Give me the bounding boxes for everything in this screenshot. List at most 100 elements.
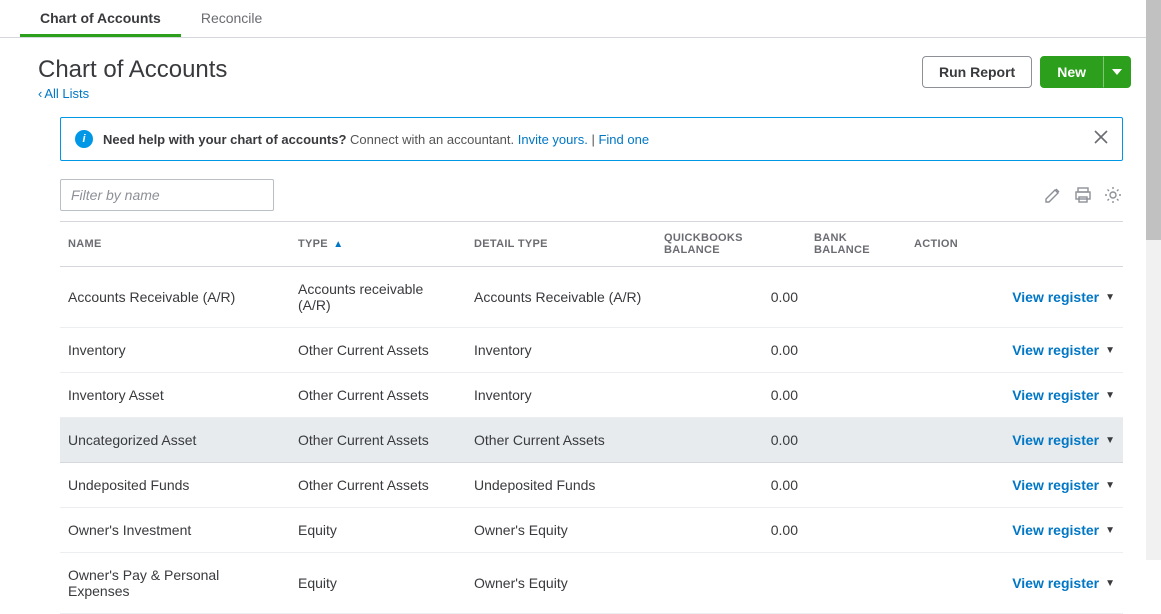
tab-reconcile[interactable]: Reconcile xyxy=(181,0,282,37)
cell-name: Uncategorized Asset xyxy=(60,418,290,463)
column-header-type[interactable]: TYPE ▲ xyxy=(290,222,466,267)
header-actions: Run Report New xyxy=(922,56,1131,88)
toolbar-icons xyxy=(1043,185,1123,205)
cell-action: View register ▼ xyxy=(906,508,1123,553)
cell-action: View register ▼ xyxy=(906,463,1123,508)
cell-detail-type: Undeposited Funds xyxy=(466,463,656,508)
info-plain: Connect with an accountant. xyxy=(350,132,514,147)
view-register-link[interactable]: View register ▼ xyxy=(1012,477,1115,493)
breadcrumb-all-lists[interactable]: ‹ All Lists xyxy=(38,86,89,101)
cell-quickbooks-balance: 0.00 xyxy=(656,267,806,328)
new-button-caret[interactable] xyxy=(1103,56,1131,88)
column-header-detail-type[interactable]: DETAIL TYPE xyxy=(466,222,656,267)
action-link-label: View register xyxy=(1012,522,1099,538)
sort-ascending-icon: ▲ xyxy=(333,239,343,250)
cell-bank-balance xyxy=(806,418,906,463)
caret-down-icon[interactable]: ▼ xyxy=(1105,480,1115,491)
column-header-bank-balance[interactable]: BANK BALANCE xyxy=(806,222,906,267)
cell-action: View register▼ xyxy=(906,373,1123,418)
edit-icon[interactable] xyxy=(1043,185,1063,205)
cell-detail-type: Accounts Receivable (A/R) xyxy=(466,267,656,328)
cell-type: Equity xyxy=(290,553,466,614)
cell-name: Undeposited Funds xyxy=(60,463,290,508)
column-header-action: ACTION xyxy=(906,222,1123,267)
invite-accountant-link[interactable]: Invite yours. xyxy=(518,132,588,147)
run-report-button[interactable]: Run Report xyxy=(922,56,1032,88)
table-row[interactable]: Undeposited FundsOther Current AssetsUnd… xyxy=(60,463,1123,508)
page-title: Chart of Accounts xyxy=(38,56,227,84)
action-link-label: View register xyxy=(1012,342,1099,358)
table-row[interactable]: Owner's InvestmentEquityOwner's Equity0.… xyxy=(60,508,1123,553)
table-row[interactable]: InventoryOther Current AssetsInventory0.… xyxy=(60,328,1123,373)
cell-quickbooks-balance: 0.00 xyxy=(656,328,806,373)
table-header-row: NAME TYPE ▲ DETAIL TYPE QUICKBOOKS BALAN… xyxy=(60,222,1123,267)
chevron-left-icon: ‹ xyxy=(38,86,42,101)
info-banner: i Need help with your chart of accounts?… xyxy=(60,117,1123,161)
cell-action: View register ▼ xyxy=(906,267,1123,328)
table-toolbar xyxy=(60,179,1123,211)
view-register-link[interactable]: View register ▼ xyxy=(1012,289,1115,305)
view-register-link[interactable]: View register ▼ xyxy=(1012,575,1115,591)
view-register-link[interactable]: View register ▼ xyxy=(1012,522,1115,538)
filter-by-name-input[interactable] xyxy=(60,179,274,211)
cell-detail-type: Owner's Equity xyxy=(466,508,656,553)
caret-down-icon[interactable]: ▼ xyxy=(1105,292,1115,303)
cell-action: View register ▼ xyxy=(906,328,1123,373)
cell-quickbooks-balance: 0.00 xyxy=(656,508,806,553)
cell-bank-balance xyxy=(806,508,906,553)
cell-bank-balance xyxy=(806,553,906,614)
info-text: Need help with your chart of accounts? C… xyxy=(103,132,649,147)
vertical-scrollbar[interactable] xyxy=(1146,0,1161,560)
action-link-label: View register xyxy=(1012,432,1099,448)
cell-type: Other Current Assets xyxy=(290,373,466,418)
print-icon[interactable] xyxy=(1073,185,1093,205)
column-header-quickbooks-balance[interactable]: QUICKBOOKS BALANCE xyxy=(656,222,806,267)
action-link-label: View register xyxy=(1012,575,1099,591)
cell-name: Owner's Pay & Personal Expenses xyxy=(60,553,290,614)
cell-type: Accounts receivable (A/R) xyxy=(290,267,466,328)
caret-down-icon[interactable]: ▼ xyxy=(1105,578,1115,589)
info-separator: | xyxy=(591,132,594,147)
caret-down-icon[interactable]: ▼ xyxy=(1105,525,1115,536)
new-button[interactable]: New xyxy=(1040,56,1103,88)
caret-down-icon[interactable]: ▼ xyxy=(1105,435,1115,446)
action-link-label: View register xyxy=(1012,477,1099,493)
tab-chart-of-accounts[interactable]: Chart of Accounts xyxy=(20,0,181,37)
cell-name: Inventory Asset xyxy=(60,373,290,418)
cell-type: Other Current Assets xyxy=(290,328,466,373)
column-header-name[interactable]: NAME xyxy=(60,222,290,267)
breadcrumb-label: All Lists xyxy=(44,86,89,101)
cell-detail-type: Owner's Equity xyxy=(466,553,656,614)
action-link-label: View register xyxy=(1012,289,1099,305)
cell-quickbooks-balance: 0.00 xyxy=(656,418,806,463)
cell-bank-balance xyxy=(806,373,906,418)
view-register-link[interactable]: View register▼ xyxy=(1012,387,1115,403)
cell-name: Accounts Receivable (A/R) xyxy=(60,267,290,328)
find-accountant-link[interactable]: Find one xyxy=(598,132,649,147)
cell-quickbooks-balance xyxy=(656,553,806,614)
table-row[interactable]: Inventory AssetOther Current AssetsInven… xyxy=(60,373,1123,418)
page-header: Chart of Accounts ‹ All Lists Run Report… xyxy=(0,38,1161,107)
cell-bank-balance xyxy=(806,267,906,328)
table-row[interactable]: Uncategorized AssetOther Current AssetsO… xyxy=(60,418,1123,463)
table-row[interactable]: Accounts Receivable (A/R)Accounts receiv… xyxy=(60,267,1123,328)
column-header-type-label: TYPE xyxy=(298,238,328,250)
cell-type: Equity xyxy=(290,508,466,553)
info-icon: i xyxy=(75,130,93,148)
view-register-link[interactable]: View register ▼ xyxy=(1012,432,1115,448)
cell-name: Owner's Investment xyxy=(60,508,290,553)
close-icon xyxy=(1094,130,1108,144)
new-button-group: New xyxy=(1040,56,1131,88)
close-banner-button[interactable] xyxy=(1092,128,1110,146)
caret-down-icon[interactable]: ▼ xyxy=(1105,390,1115,401)
cell-detail-type: Inventory xyxy=(466,328,656,373)
caret-down-icon[interactable]: ▼ xyxy=(1105,345,1115,356)
caret-down-icon xyxy=(1112,69,1122,75)
cell-name: Inventory xyxy=(60,328,290,373)
cell-action: View register ▼ xyxy=(906,418,1123,463)
info-strong: Need help with your chart of accounts? xyxy=(103,132,346,147)
view-register-link[interactable]: View register ▼ xyxy=(1012,342,1115,358)
table-row[interactable]: Owner's Pay & Personal ExpensesEquityOwn… xyxy=(60,553,1123,614)
cell-action: View register ▼ xyxy=(906,553,1123,614)
gear-icon[interactable] xyxy=(1103,185,1123,205)
